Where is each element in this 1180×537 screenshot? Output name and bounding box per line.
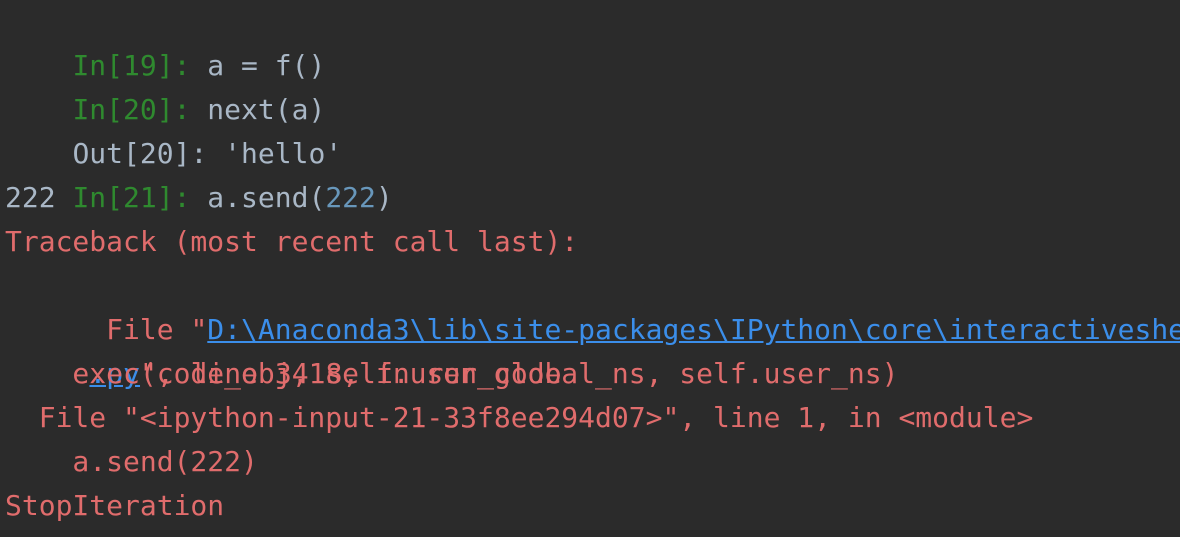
- input-code-suffix: ): [375, 181, 393, 214]
- error-name: StopIteration: [5, 489, 225, 522]
- traceback-frame-1: File "D:\Anaconda3\lib\site-packages\IPy…: [5, 264, 1180, 346]
- printed-output: 222: [5, 181, 56, 214]
- input-line-20: In[20]: next(a): [5, 44, 325, 126]
- output-line-20: Out[20]: 'hello': [5, 88, 342, 170]
- traceback-header: Traceback (most recent call last):: [5, 225, 579, 258]
- input-line-21: In[21]: a.send(222): [5, 132, 392, 214]
- traceback-frame-1-continued: .py", line 3418, in run_code: [22, 308, 561, 390]
- input-line-19: In[19]: a = f(): [5, 0, 325, 82]
- input-code-number: 222: [325, 181, 376, 214]
- python-console[interactable]: In[19]: a = f() In[20]: next(a) Out[20]:…: [0, 0, 1180, 537]
- traceback-frame-2-code: a.send(222): [5, 445, 258, 478]
- input-code-prefix: a.send(: [190, 181, 326, 214]
- traceback-frame-1-code: exec(code_obj, self.user_global_ns, self…: [5, 357, 899, 390]
- traceback-frame-2: File "<ipython-input-21-33f8ee294d07>", …: [5, 401, 1034, 434]
- input-prompt: In[21]:: [72, 181, 191, 214]
